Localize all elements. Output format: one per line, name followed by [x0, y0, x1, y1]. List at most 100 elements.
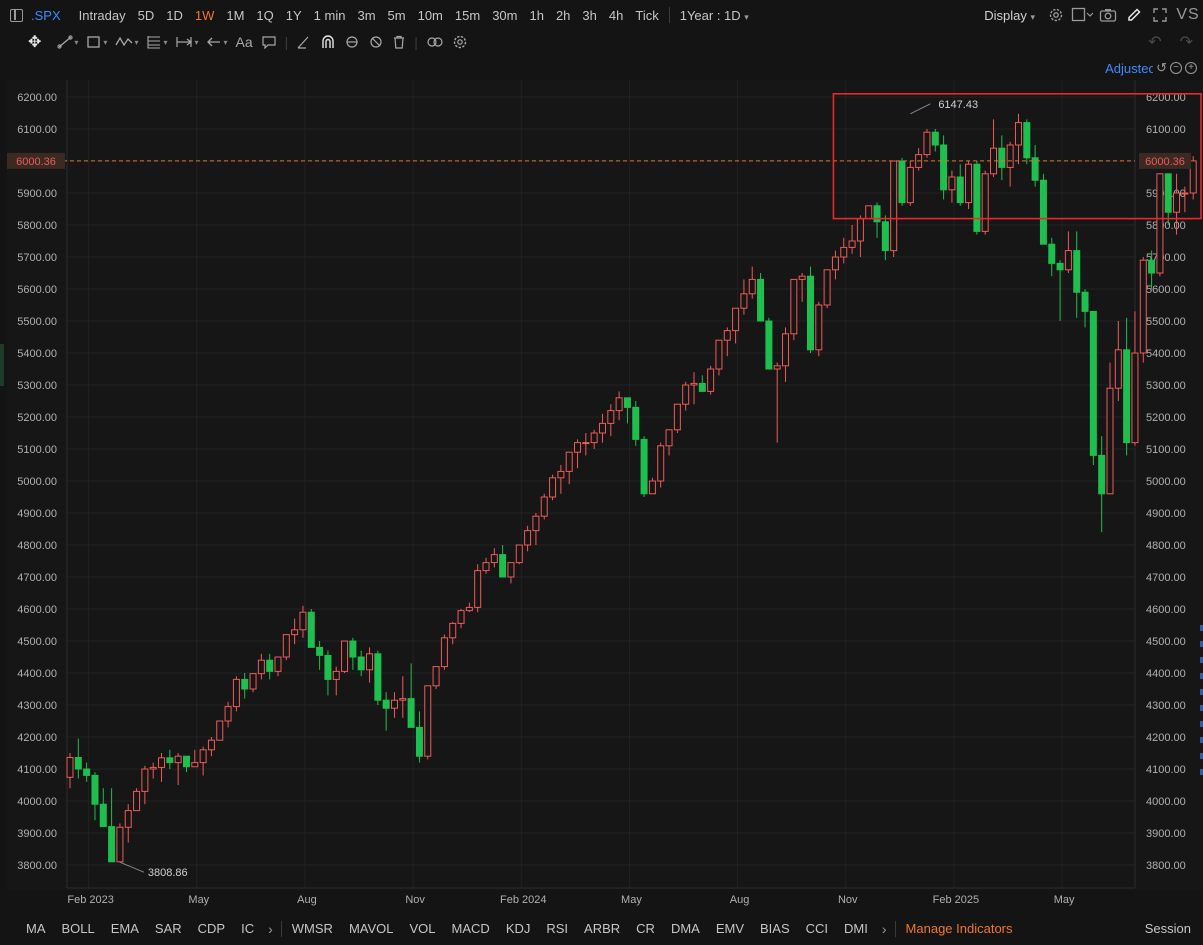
timeframe-tab[interactable]: 1M	[220, 8, 250, 23]
candle-body[interactable]	[266, 659, 274, 672]
candle-body[interactable]	[715, 339, 723, 370]
link-drawings-icon[interactable]	[422, 31, 448, 53]
candle-body[interactable]	[299, 611, 307, 631]
arrow-tool-icon[interactable]: ▾	[202, 31, 231, 53]
timeframe-tab[interactable]: Tick	[629, 8, 664, 23]
candle-body[interactable]	[158, 757, 166, 768]
sub-indicator-tab[interactable]: EMV	[708, 921, 752, 936]
indicator-tab[interactable]: CDP	[190, 921, 233, 936]
candle-body[interactable]	[432, 666, 440, 687]
candle-body[interactable]	[757, 278, 765, 322]
candle-body[interactable]	[182, 755, 190, 768]
layout-box-icon[interactable]	[1069, 0, 1095, 30]
candle-body[interactable]	[1014, 122, 1022, 146]
crosshair-move-icon[interactable]: ✥	[24, 31, 45, 53]
candle-body[interactable]	[1148, 259, 1156, 274]
candle-body[interactable]	[224, 706, 232, 722]
candle-body[interactable]	[407, 698, 415, 728]
sidebar-toggle-icon[interactable]	[10, 8, 23, 22]
candle-body[interactable]	[765, 320, 773, 370]
sub-indicator-tab[interactable]: DMA	[663, 921, 708, 936]
sub-indicator-tab[interactable]: ARBR	[576, 921, 628, 936]
candle-body[interactable]	[574, 442, 582, 453]
chevron-right-icon[interactable]: ›	[262, 921, 279, 937]
sub-indicator-tab[interactable]: VOL	[402, 921, 444, 936]
redo-icon[interactable]: ↷	[1180, 32, 1193, 52]
candle-body[interactable]	[698, 382, 706, 392]
candle-body[interactable]	[1139, 259, 1147, 354]
candle-body[interactable]	[324, 654, 332, 680]
measure-range-tool-icon[interactable]: ▾	[171, 31, 202, 53]
candle-body[interactable]	[507, 562, 515, 578]
candle-body[interactable]	[623, 397, 631, 408]
candle-body[interactable]	[981, 173, 989, 232]
candle-body[interactable]	[482, 562, 490, 572]
sub-indicator-tab[interactable]: WMSR	[284, 921, 341, 936]
candle-body[interactable]	[1023, 122, 1031, 159]
display-menu-button[interactable]: Display ▾	[984, 8, 1035, 23]
candle-body[interactable]	[232, 678, 240, 708]
timeframe-tab[interactable]: 1h	[523, 8, 549, 23]
timeframe-tab[interactable]: 1W	[189, 8, 221, 23]
timeframe-tab[interactable]: 2h	[550, 8, 576, 23]
candle-body[interactable]	[590, 432, 598, 444]
indicator-tab[interactable]: SAR	[147, 921, 190, 936]
candle-body[interactable]	[848, 240, 856, 248]
candle-body[interactable]	[1106, 387, 1114, 495]
candle-body[interactable]	[399, 698, 407, 701]
candle-body[interactable]	[1164, 173, 1172, 213]
candle-body[interactable]	[307, 611, 315, 648]
candle-body[interactable]	[1089, 310, 1097, 456]
indicator-tab[interactable]: MA	[18, 921, 54, 936]
candle-body[interactable]	[806, 275, 814, 351]
candle-body[interactable]	[607, 410, 615, 424]
candle-body[interactable]	[1181, 192, 1189, 195]
compare-vs-button[interactable]: VS	[1173, 0, 1203, 30]
timeframe-tab[interactable]: 1 min	[308, 8, 352, 23]
candle-body[interactable]	[540, 496, 548, 517]
candle-body[interactable]	[465, 606, 473, 612]
candle-body[interactable]	[207, 739, 215, 751]
zoom-in-icon[interactable]: +	[1185, 62, 1197, 74]
range-selector[interactable]: 1Year : 1D ▾	[674, 8, 755, 23]
candle-body[interactable]	[973, 163, 981, 232]
candle-body[interactable]	[873, 205, 881, 223]
candle-body[interactable]	[415, 726, 423, 757]
candle-body[interactable]	[732, 307, 740, 332]
candle-body[interactable]	[457, 610, 465, 624]
candle-body[interactable]	[790, 278, 798, 335]
candle-body[interactable]	[998, 147, 1006, 168]
candle-body[interactable]	[141, 768, 149, 792]
drawing-settings-icon[interactable]	[448, 31, 472, 53]
candle-body[interactable]	[549, 477, 557, 498]
zoom-out-icon[interactable]: −	[1170, 62, 1182, 74]
candle-body[interactable]	[341, 640, 349, 672]
candle-body[interactable]	[815, 304, 823, 351]
timeframe-tab[interactable]: 10m	[412, 8, 449, 23]
candle-body[interactable]	[881, 221, 889, 252]
undo-icon[interactable]: ↶	[1148, 32, 1161, 52]
candle-body[interactable]	[931, 131, 939, 146]
sub-indicator-tab[interactable]: KDJ	[498, 921, 539, 936]
sub-indicator-tab[interactable]: CR	[628, 921, 663, 936]
candle-body[interactable]	[965, 163, 973, 204]
candlestick-chart[interactable]: 6200.006200.006100.006100.006000.006000.…	[0, 80, 1203, 912]
timeframe-tab[interactable]: Intraday	[73, 8, 132, 23]
timeframe-tab[interactable]: 1D	[160, 8, 189, 23]
candle-body[interactable]	[166, 757, 174, 764]
session-button[interactable]: Session	[1145, 912, 1191, 945]
candle-body[interactable]	[898, 160, 906, 204]
candle-body[interactable]	[1098, 454, 1106, 495]
candle-body[interactable]	[648, 480, 656, 495]
candle-body[interactable]	[773, 365, 781, 370]
hide-drawings-icon[interactable]	[364, 31, 388, 53]
candle-body[interactable]	[66, 756, 74, 778]
candle-body[interactable]	[640, 438, 648, 495]
timeframe-tab[interactable]: 4h	[603, 8, 629, 23]
candle-body[interactable]	[1056, 262, 1064, 271]
candle-body[interactable]	[357, 656, 365, 671]
candle-body[interactable]	[424, 685, 432, 757]
timeframe-tab[interactable]: 5D	[132, 8, 161, 23]
candle-body[interactable]	[374, 653, 382, 701]
candle-body[interactable]	[673, 403, 681, 431]
